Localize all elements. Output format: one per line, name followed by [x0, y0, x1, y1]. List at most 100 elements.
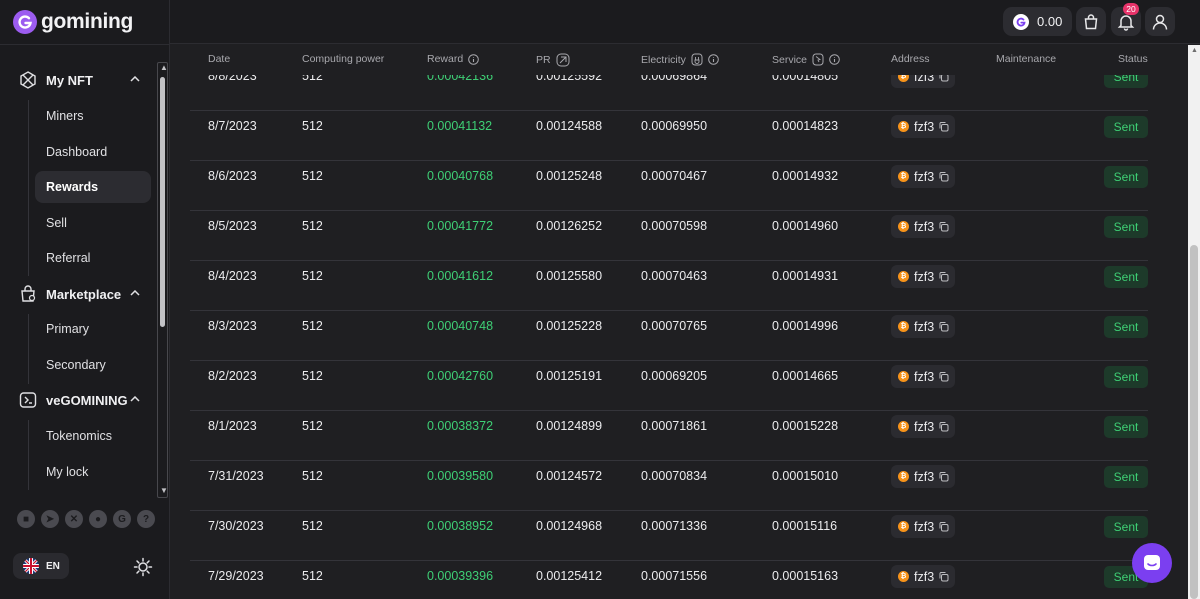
chevron-up-icon[interactable] [130, 396, 140, 402]
sidebar-item-primary[interactable]: Primary [35, 313, 151, 345]
address-chip[interactable]: ₿ fzf3 [891, 315, 955, 338]
address-value: fzf3 [914, 269, 935, 284]
cell-reward: 0.00042760 [427, 369, 494, 383]
cell-date: 7/30/2023 [208, 519, 264, 533]
copy-icon[interactable] [938, 521, 949, 532]
gomining-logo[interactable]: gomining [13, 9, 133, 35]
copy-icon[interactable] [938, 321, 949, 332]
cell-date: 8/6/2023 [208, 169, 257, 183]
language-selector[interactable]: EN [13, 553, 69, 579]
chevron-up-icon[interactable] [130, 76, 140, 82]
nav-tree-line [28, 314, 29, 384]
notification-count-badge: 20 [1123, 3, 1139, 15]
nav-section-vegomining[interactable]: veGOMINING [0, 382, 156, 418]
address-value: fzf3 [914, 219, 935, 234]
scroll-up-arrow-icon[interactable]: ▲ [1191, 47, 1198, 54]
telegram-icon[interactable]: ➤ [41, 510, 59, 528]
cart-button[interactable] [1076, 7, 1106, 36]
column-label: Electricity [641, 53, 686, 66]
copy-icon[interactable] [938, 421, 949, 432]
marketplace-bag-icon [21, 285, 36, 302]
copy-icon[interactable] [938, 371, 949, 382]
sidebar-item-rewards[interactable]: Rewards [35, 171, 151, 203]
cell-reward: 0.00041132 [427, 119, 493, 133]
medium-icon[interactable]: ● [89, 510, 107, 528]
table-row: 8/4/2023 512 0.00041612 0.00125580 0.0007046… [190, 261, 1148, 311]
gomining-icon[interactable]: G [113, 510, 131, 528]
copy-icon[interactable] [938, 471, 949, 482]
pr-info-icon[interactable] [556, 53, 570, 67]
support-chat-button[interactable] [1132, 543, 1172, 583]
sidebar-item-referral[interactable]: Referral [35, 242, 151, 274]
info-icon[interactable] [829, 54, 840, 65]
bitcoin-icon: ₿ [898, 221, 909, 232]
info-icon[interactable] [468, 53, 479, 65]
sidebar-scroll-thumb[interactable] [160, 77, 165, 327]
discord-icon[interactable]: ■ [17, 510, 35, 528]
sidebar-item-secondary[interactable]: Secondary [35, 349, 151, 381]
cell-pr: 0.00125228 [536, 319, 603, 333]
help-icon[interactable]: ? [137, 510, 155, 528]
x-icon[interactable]: ✕ [65, 510, 83, 528]
top-bar: 0.00 20 [170, 0, 1200, 44]
cell-reward: 0.00041612 [427, 269, 494, 283]
bitcoin-icon: ₿ [898, 171, 909, 182]
bitcoin-icon: ₿ [898, 321, 909, 332]
cell-pr: 0.00125412 [536, 569, 603, 583]
copy-icon[interactable] [938, 221, 949, 232]
cell-electricity: 0.00070765 [641, 319, 708, 333]
gomining-logo-icon [13, 10, 37, 34]
status-badge: Sent [1104, 216, 1148, 238]
chat-icon [1144, 555, 1160, 570]
nav-section-label: veGOMINING [46, 392, 128, 408]
theme-toggle-sun-icon[interactable] [130, 554, 156, 580]
address-chip[interactable]: ₿ fzf3 [891, 115, 955, 138]
page-scrollbar[interactable]: ▲ [1188, 45, 1200, 599]
sidebar-item-miners[interactable]: Miners [35, 100, 151, 132]
address-chip[interactable]: ₿ fzf3 [891, 165, 955, 188]
copy-icon[interactable] [938, 121, 949, 132]
cell-service: 0.00015163 [772, 569, 839, 583]
cell-reward: 0.00038372 [427, 419, 494, 433]
cell-service: 0.00014996 [772, 319, 839, 333]
info-icon[interactable] [708, 54, 719, 65]
nav-section-marketplace[interactable]: Marketplace [0, 276, 156, 312]
bitcoin-icon: ₿ [898, 471, 909, 482]
profile-button[interactable] [1145, 7, 1175, 36]
address-chip[interactable]: ₿ fzf3 [891, 515, 955, 538]
cell-reward: 0.00038952 [427, 519, 494, 533]
service-icon [812, 53, 824, 66]
table-row: 7/31/2023 512 0.00039580 0.00124572 0.000708… [190, 461, 1148, 511]
chevron-up-icon[interactable] [130, 290, 140, 296]
cell-electricity: 0.00071861 [641, 419, 708, 433]
address-chip[interactable]: ₿ fzf3 [891, 265, 955, 288]
nav-section-my-nft[interactable]: My NFT [0, 62, 156, 98]
copy-icon[interactable] [938, 271, 949, 282]
address-chip[interactable]: ₿ fzf3 [891, 465, 955, 488]
gomining-token-icon [1013, 13, 1029, 30]
sidebar-item-my-lock[interactable]: My lock [35, 456, 151, 488]
address-chip[interactable]: ₿ fzf3 [891, 415, 955, 438]
bitcoin-icon: ₿ [898, 571, 909, 582]
cell-reward: 0.00041772 [427, 219, 494, 233]
sidebar-item-sell[interactable]: Sell [35, 207, 151, 239]
sidebar-item-tokenomics[interactable]: Tokenomics [35, 420, 151, 452]
cell-service: 0.00015116 [772, 519, 838, 533]
copy-icon[interactable] [938, 171, 949, 182]
scroll-down-arrow-icon[interactable]: ▼ [160, 487, 168, 495]
copy-icon[interactable] [938, 571, 949, 582]
uk-flag-icon [23, 558, 39, 574]
bitcoin-icon: ₿ [898, 121, 909, 132]
cell-service: 0.00014665 [772, 369, 839, 383]
sidebar-scrollbar[interactable]: ▲ ▼ [157, 62, 168, 498]
cell-service: 0.00015010 [772, 469, 839, 483]
sidebar-item-dashboard[interactable]: Dashboard [35, 136, 151, 168]
balance-button[interactable]: 0.00 [1003, 7, 1072, 36]
address-chip[interactable]: ₿ fzf3 [891, 215, 955, 238]
column-header-date: Date [208, 53, 230, 65]
page-scroll-thumb[interactable] [1190, 245, 1198, 599]
cell-date: 8/4/2023 [208, 269, 257, 283]
address-chip[interactable]: ₿ fzf3 [891, 565, 955, 588]
address-chip[interactable]: ₿ fzf3 [891, 365, 955, 388]
scroll-up-arrow-icon[interactable]: ▲ [160, 64, 168, 72]
